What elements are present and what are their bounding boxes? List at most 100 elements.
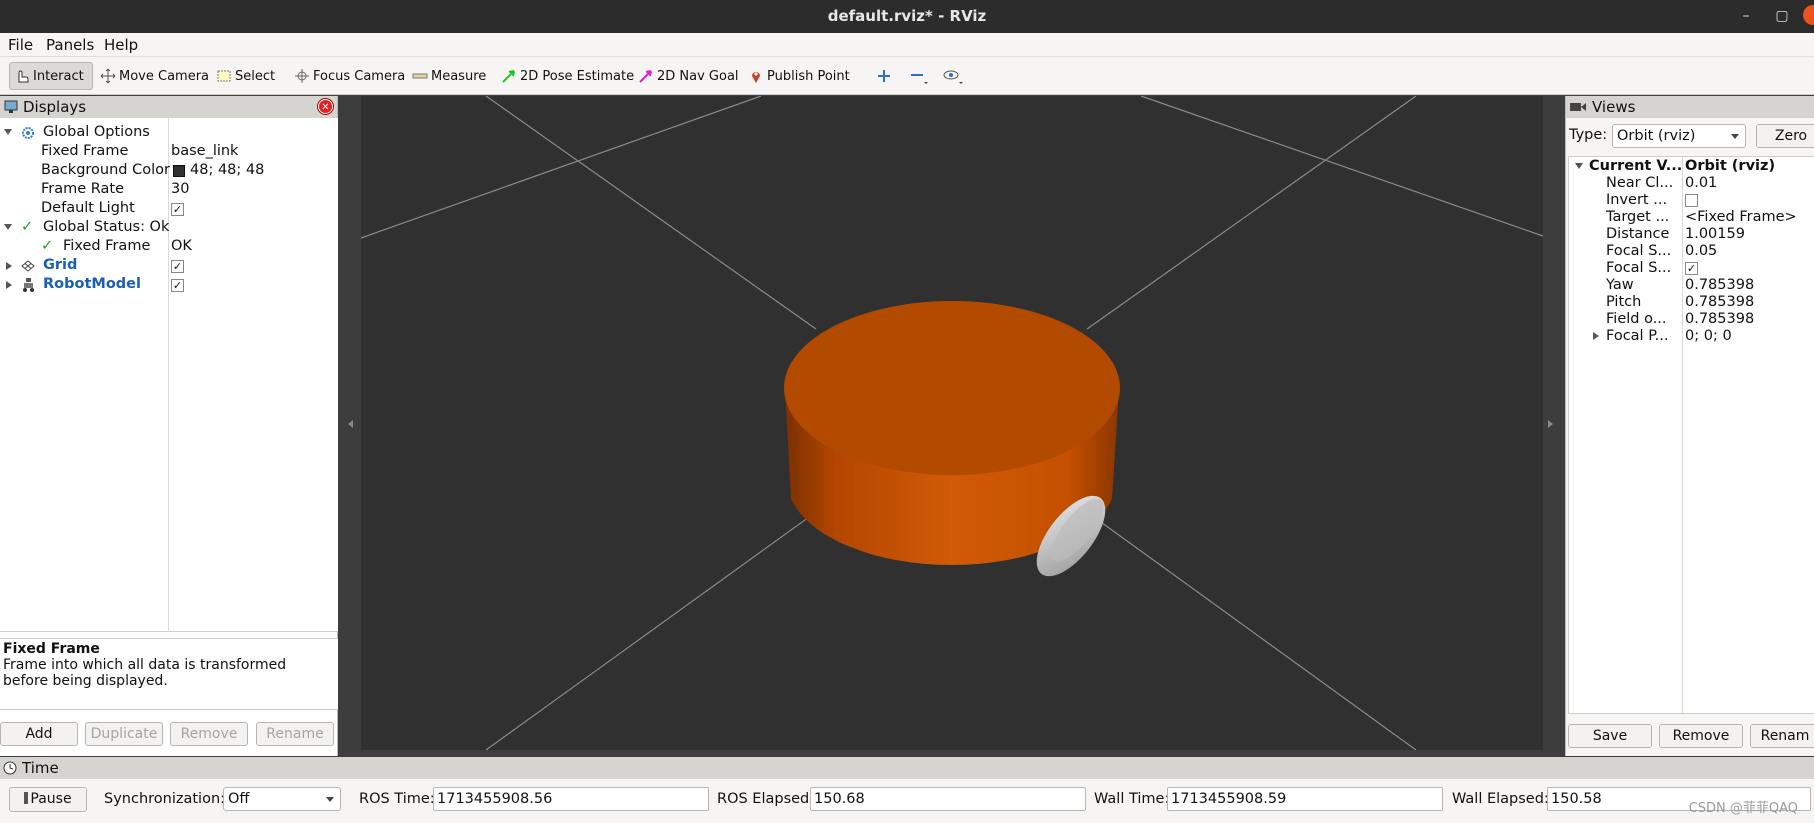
left-splitter-handle[interactable] bbox=[348, 420, 353, 428]
robot-model-label: RobotModel bbox=[43, 276, 141, 292]
focus-camera-tool-button[interactable]: Focus Camera bbox=[290, 62, 409, 90]
duplicate-display-button[interactable]: Duplicate bbox=[85, 722, 163, 746]
prop-value[interactable]: 1.00159 bbox=[1685, 226, 1745, 242]
wall-time-field[interactable]: 1713455908.59 bbox=[1167, 787, 1443, 811]
render-canvas[interactable] bbox=[360, 95, 1544, 751]
tree-row-default-light[interactable]: Default Light ✓ bbox=[0, 200, 338, 219]
prop-name: Distance bbox=[1606, 226, 1670, 242]
prop-value[interactable]: 0.01 bbox=[1685, 175, 1717, 191]
view-prop-row[interactable]: Field o... 0.785398 bbox=[1569, 311, 1814, 328]
ros-time-field[interactable]: 1713455908.56 bbox=[433, 787, 709, 811]
render-viewport[interactable] bbox=[360, 95, 1544, 751]
grid-checkbox[interactable]: ✓ bbox=[171, 260, 184, 273]
save-view-button[interactable]: Save bbox=[1568, 724, 1652, 748]
prop-name: Yaw bbox=[1606, 277, 1634, 293]
publish-point-tool-button[interactable]: Publish Point bbox=[744, 62, 854, 90]
sync-label: Synchronization: bbox=[104, 791, 226, 807]
time-header: Time bbox=[0, 757, 1814, 779]
select-tool-button[interactable]: Select bbox=[212, 62, 279, 90]
prop-name: Near Cl... bbox=[1606, 175, 1674, 191]
view-prop-row[interactable]: Target ... <Fixed Frame> bbox=[1569, 209, 1814, 226]
view-type-select[interactable]: Orbit (rviz) bbox=[1612, 124, 1746, 148]
add-tool-button[interactable] bbox=[872, 62, 899, 90]
prop-value[interactable]: 0.785398 bbox=[1685, 294, 1754, 310]
view-type-row: Type: Orbit (rviz) Zero bbox=[1566, 124, 1814, 150]
tree-row-grid[interactable]: Grid ✓ bbox=[0, 257, 338, 276]
right-splitter-handle[interactable] bbox=[1548, 420, 1553, 428]
tree-row-fixed-frame[interactable]: Fixed Frame base_link bbox=[0, 143, 338, 162]
background-color-value[interactable]: 48; 48; 48 bbox=[190, 162, 264, 178]
rename-display-button[interactable]: Rename bbox=[256, 722, 334, 746]
select-box-icon bbox=[217, 70, 231, 82]
default-light-checkbox[interactable]: ✓ bbox=[171, 203, 184, 216]
robot-model-checkbox[interactable]: ✓ bbox=[171, 279, 184, 292]
toolbar: Interact Move Camera Select Focus Camera… bbox=[0, 57, 1814, 95]
focal-shape-checkbox[interactable]: ✓ bbox=[1685, 262, 1698, 275]
prop-name: Target ... bbox=[1606, 209, 1670, 225]
zero-button[interactable]: Zero bbox=[1756, 124, 1814, 148]
pause-button[interactable]: Pause bbox=[9, 787, 87, 812]
select-label: Select bbox=[235, 68, 276, 84]
add-display-button[interactable]: Add bbox=[0, 722, 78, 746]
prop-value[interactable]: 0.05 bbox=[1685, 243, 1717, 259]
remove-view-button[interactable]: Remove bbox=[1659, 724, 1743, 748]
view-prop-row[interactable]: Near Cl... 0.01 bbox=[1569, 175, 1814, 192]
view-prop-row[interactable]: Yaw 0.785398 bbox=[1569, 277, 1814, 294]
view-prop-row[interactable]: Focal S... 0.05 bbox=[1569, 243, 1814, 260]
tree-row-background-color[interactable]: Background Color 48; 48; 48 bbox=[0, 162, 338, 181]
description-title: Fixed Frame bbox=[3, 641, 100, 657]
nav-goal-tool-button[interactable]: 2D Nav Goal bbox=[634, 62, 743, 90]
pause-icon bbox=[24, 792, 29, 804]
ros-time-label: ROS Time: bbox=[359, 791, 435, 807]
pose-estimate-tool-button[interactable]: 2D Pose Estimate bbox=[497, 62, 638, 90]
prop-value[interactable]: <Fixed Frame> bbox=[1685, 209, 1797, 225]
prop-value[interactable]: 0.785398 bbox=[1685, 277, 1754, 293]
menu-help[interactable]: Help bbox=[104, 36, 138, 54]
close-panel-icon[interactable]: ✕ bbox=[318, 99, 333, 114]
tree-row-global-status[interactable]: ✓ Global Status: Ok bbox=[0, 219, 338, 238]
crosshair-icon bbox=[295, 69, 309, 83]
remove-display-button[interactable]: Remove bbox=[170, 722, 248, 746]
displays-panel: Displays ✕ Global Options Fixed Frame ba… bbox=[0, 96, 338, 756]
tree-row-frame-rate[interactable]: Frame Rate 30 bbox=[0, 181, 338, 200]
camera-icon bbox=[1570, 103, 1586, 111]
view-prop-row[interactable]: Invert ... bbox=[1569, 192, 1814, 209]
minus-icon bbox=[911, 74, 928, 84]
maximize-button[interactable]: ▢ bbox=[1771, 5, 1793, 27]
color-swatch[interactable] bbox=[173, 165, 185, 177]
frame-rate-value[interactable]: 30 bbox=[171, 181, 189, 197]
view-prop-row[interactable]: Focal P... 0; 0; 0 bbox=[1569, 328, 1814, 345]
magenta-arrow-icon bbox=[639, 70, 652, 83]
displays-header: Displays ✕ bbox=[0, 96, 337, 118]
prop-value[interactable]: 0.785398 bbox=[1685, 311, 1754, 327]
invert-checkbox[interactable] bbox=[1685, 194, 1698, 207]
view-prop-row[interactable]: Pitch 0.785398 bbox=[1569, 294, 1814, 311]
rename-view-button[interactable]: Renam bbox=[1750, 724, 1814, 748]
monitor-icon bbox=[4, 100, 18, 113]
menu-file[interactable]: File bbox=[8, 36, 33, 54]
eye-icon bbox=[943, 70, 963, 84]
clock-icon bbox=[3, 761, 17, 775]
interact-tool-button[interactable]: Interact bbox=[9, 62, 93, 90]
sync-select[interactable]: Off bbox=[223, 787, 341, 811]
minimize-button[interactable]: – bbox=[1735, 5, 1757, 27]
measure-tool-button[interactable]: Measure bbox=[408, 62, 490, 90]
view-prop-row[interactable]: Distance 1.00159 bbox=[1569, 226, 1814, 243]
fixed-frame-value[interactable]: base_link bbox=[171, 143, 238, 159]
remove-tool-button[interactable] bbox=[905, 62, 936, 90]
tree-row-status-fixed-frame[interactable]: ✓ Fixed Frame OK bbox=[0, 238, 338, 257]
current-view-row[interactable]: Current V... Orbit (rviz) bbox=[1569, 158, 1814, 175]
move-camera-tool-button[interactable]: Move Camera bbox=[96, 62, 213, 90]
tree-row-robot-model[interactable]: RobotModel ✓ bbox=[0, 276, 338, 295]
current-view-value: Orbit (rviz) bbox=[1685, 158, 1776, 174]
ros-elapsed-field[interactable]: 150.68 bbox=[810, 787, 1086, 811]
description-text: Frame into which all data is transformed… bbox=[3, 657, 287, 689]
close-window-button[interactable] bbox=[1803, 5, 1814, 27]
views-panel: Views Type: Orbit (rviz) Zero Current V.… bbox=[1565, 96, 1814, 756]
global-status-label: Global Status: Ok bbox=[43, 219, 170, 235]
tree-row-global-options[interactable]: Global Options bbox=[0, 124, 338, 143]
menu-panels[interactable]: Panels bbox=[46, 36, 94, 54]
panel-visibility-button[interactable] bbox=[938, 62, 971, 90]
view-prop-row[interactable]: Focal S... ✓ bbox=[1569, 260, 1814, 277]
prop-value[interactable]: 0; 0; 0 bbox=[1685, 328, 1732, 344]
